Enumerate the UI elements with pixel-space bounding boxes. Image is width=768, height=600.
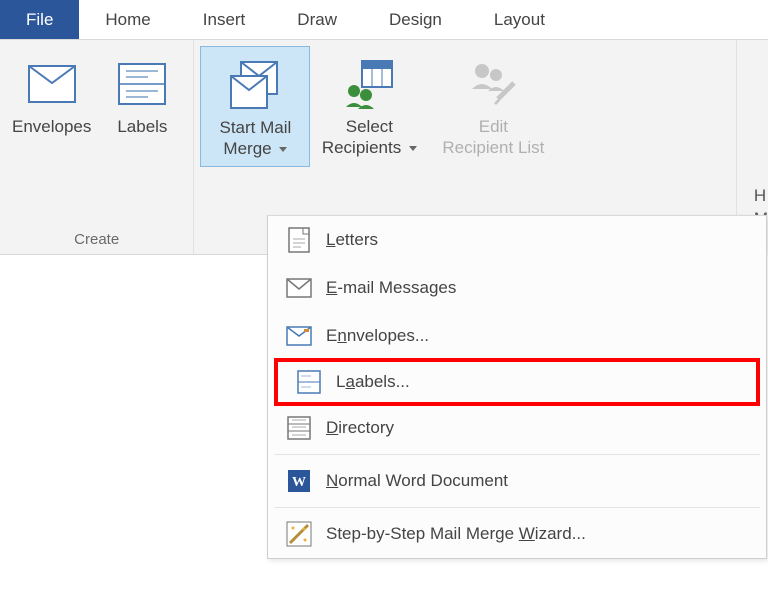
select-recipients-l2: Recipients bbox=[322, 137, 417, 158]
select-recipients-l1: Select bbox=[346, 116, 393, 137]
document-icon bbox=[280, 227, 318, 253]
envelope-small-icon bbox=[280, 326, 318, 346]
tab-file[interactable]: File bbox=[0, 0, 79, 39]
menu-email-label: E-mail Messages bbox=[326, 278, 456, 298]
labels-small-icon bbox=[290, 370, 328, 394]
envelopes-button[interactable]: Envelopes bbox=[6, 46, 97, 143]
tab-design[interactable]: Design bbox=[363, 0, 468, 39]
email-icon bbox=[280, 278, 318, 298]
tab-file-label: File bbox=[26, 10, 53, 30]
directory-icon bbox=[280, 416, 318, 440]
tab-insert-label: Insert bbox=[203, 10, 246, 30]
menu-email[interactable]: E-mail Messages bbox=[268, 264, 766, 312]
start-mail-merge-l2: Merge bbox=[223, 138, 287, 159]
menu-labels[interactable]: Laabels... bbox=[278, 362, 756, 402]
group-create-label: Create bbox=[74, 231, 119, 252]
labels-button[interactable]: Labels bbox=[97, 46, 187, 143]
menu-normal-doc[interactable]: W Normal Word Document bbox=[268, 457, 766, 505]
menu-separator-2 bbox=[274, 507, 760, 508]
menu-normal-label: Normal Word Document bbox=[326, 471, 508, 491]
menu-letters-label: Letters bbox=[326, 230, 378, 250]
start-mail-merge-menu: Letters E-mail Messages Ennvelopes... La… bbox=[267, 215, 767, 559]
menu-directory[interactable]: Directory bbox=[268, 404, 766, 452]
wizard-icon bbox=[280, 521, 318, 547]
select-recipients-button[interactable]: Select Recipients bbox=[310, 46, 428, 165]
menu-letters[interactable]: Letters bbox=[268, 216, 766, 264]
menu-wizard[interactable]: Step-by-Step Mail Merge Wizard... bbox=[268, 510, 766, 558]
mail-merge-icon bbox=[223, 53, 287, 117]
chevron-down-icon bbox=[409, 146, 417, 151]
tab-layout[interactable]: Layout bbox=[468, 0, 571, 39]
recipients-icon bbox=[340, 52, 398, 116]
start-mail-merge-button[interactable]: Start Mail Merge bbox=[200, 46, 310, 167]
tab-insert[interactable]: Insert bbox=[177, 0, 272, 39]
labels-icon bbox=[114, 52, 170, 116]
menu-labels-label: Laabels... bbox=[336, 372, 410, 392]
group-create-buttons: Envelopes Labels bbox=[6, 46, 187, 231]
tab-design-label: Design bbox=[389, 10, 442, 30]
tab-layout-label: Layout bbox=[494, 10, 545, 30]
edit-recipient-l1: Edit bbox=[479, 116, 508, 137]
envelope-icon bbox=[24, 52, 80, 116]
menu-directory-label: Directory bbox=[326, 418, 394, 438]
menu-envelopes[interactable]: Ennvelopes... bbox=[268, 312, 766, 360]
menu-wizard-label: Step-by-Step Mail Merge Wizard... bbox=[326, 524, 586, 544]
menu-labels-highlight: Laabels... bbox=[274, 358, 760, 406]
tab-home[interactable]: Home bbox=[79, 0, 176, 39]
tab-draw[interactable]: Draw bbox=[271, 0, 363, 39]
group-mailmerge-buttons: Start Mail Merge Select Recipients Edit … bbox=[200, 46, 558, 231]
group-create: Envelopes Labels Create bbox=[0, 40, 194, 254]
edit-recipient-list-button: Edit Recipient List bbox=[428, 46, 558, 165]
svg-text:W: W bbox=[292, 475, 306, 490]
tab-draw-label: Draw bbox=[297, 10, 337, 30]
chevron-down-icon bbox=[279, 147, 287, 152]
labels-label: Labels bbox=[117, 116, 167, 137]
start-mail-merge-l1: Start Mail bbox=[219, 117, 291, 138]
edit-recipients-icon bbox=[464, 52, 522, 116]
edit-recipient-l2: Recipient List bbox=[442, 137, 544, 158]
menu-envelopes-label: Ennvelopes... bbox=[326, 326, 429, 346]
ribbon-tabs: File Home Insert Draw Design Layout bbox=[0, 0, 768, 40]
word-icon: W bbox=[280, 469, 318, 493]
envelopes-label: Envelopes bbox=[12, 116, 91, 137]
menu-separator bbox=[274, 454, 760, 455]
tab-home-label: Home bbox=[105, 10, 150, 30]
